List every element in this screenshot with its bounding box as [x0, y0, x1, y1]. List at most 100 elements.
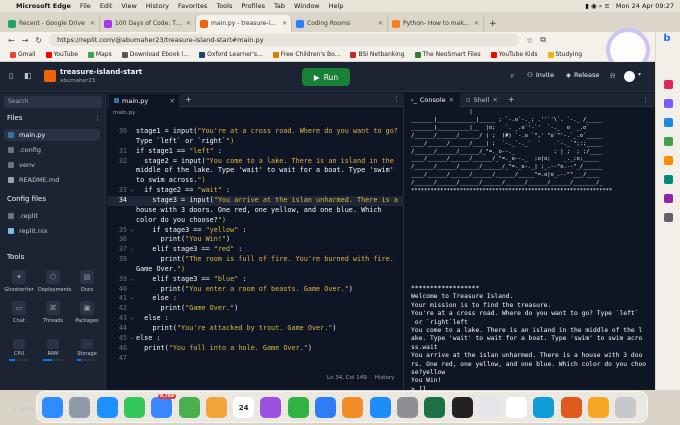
file-item-replit-nix[interactable]: replit.nix — [4, 225, 100, 237]
close-icon[interactable]: ✕ — [90, 20, 95, 27]
dock-launchpad-icon[interactable] — [69, 397, 91, 418]
tool-ghostwriter[interactable]: ✦ Ghostwriter — [4, 270, 34, 293]
fold-chevron-icon[interactable]: ⌄ — [130, 314, 134, 321]
console-more-icon[interactable]: ⋮ — [642, 96, 649, 104]
tool-packages[interactable]: ▣ Packages — [72, 301, 102, 324]
new-editor-tab-icon[interactable]: + — [185, 95, 192, 104]
bookmark-item[interactable]: Studying — [547, 51, 582, 58]
edge-sidebar-app-icon[interactable] — [664, 99, 673, 108]
menu-edit[interactable]: Edit — [100, 2, 113, 10]
back-icon[interactable]: ← — [8, 36, 15, 45]
file-item-readme[interactable]: README.md — [4, 174, 100, 186]
tool-chat[interactable]: ▭ Chat — [4, 301, 34, 324]
tool-threads[interactable]: ⌘ Threads — [38, 301, 68, 324]
fold-chevron-icon[interactable]: ⌄ — [130, 334, 134, 341]
edge-sidebar-app-icon[interactable] — [664, 194, 673, 203]
bookmark-item[interactable]: Maps — [87, 51, 112, 58]
edge-sidebar-app-icon[interactable] — [664, 80, 673, 89]
dock-nordvpn-icon[interactable] — [560, 397, 582, 418]
dock-calendar-icon[interactable]: 24 — [233, 397, 255, 418]
url-field[interactable]: https://replit.com/@abumaher23/treasure-… — [49, 34, 520, 46]
dock-edge-icon[interactable] — [533, 397, 555, 418]
menu-help[interactable]: Help — [329, 2, 344, 10]
menu-tab[interactable]: Tab — [274, 2, 285, 10]
dock-system-settings-icon[interactable] — [396, 397, 418, 418]
dock-edge-beta-icon[interactable] — [478, 397, 500, 418]
close-icon[interactable]: ✕ — [186, 20, 191, 27]
edge-sidebar-app-icon[interactable] — [664, 137, 673, 146]
help-button[interactable]: ? Help — [14, 405, 34, 413]
notifications-icon[interactable]: ⍾ — [610, 71, 615, 81]
menu-file[interactable]: File — [80, 2, 91, 10]
avatar[interactable] — [624, 71, 635, 82]
menu-favorites[interactable]: Favorites — [178, 2, 207, 10]
dock-numbers-icon[interactable] — [287, 397, 309, 418]
console-pane[interactable]: ›_ Console ✕ ▫ Shell ✕ + ⋮ | _______|_______… — [405, 92, 655, 393]
forward-icon[interactable]: → — [22, 36, 29, 45]
dock-mail-icon[interactable]: 8,784 — [151, 394, 177, 418]
user-menu-chevron-icon[interactable]: ▾ — [638, 71, 641, 78]
file-item-config[interactable]: .config — [4, 144, 100, 156]
tab-stackoverflow[interactable]: Python- How to make an if state✕ — [388, 15, 484, 32]
status-icons[interactable]: ▮ ◉ ⌕ ≡ — [585, 2, 610, 11]
tab-shell[interactable]: ▫ Shell ✕ — [460, 93, 504, 107]
invite-button[interactable]: ⚇ Invite — [527, 71, 554, 79]
bookmark-item[interactable]: Free Children's Bo... — [272, 51, 340, 58]
menu-window[interactable]: Window — [294, 2, 320, 10]
run-button[interactable]: ▶ Run — [302, 68, 350, 86]
dock-maps-icon[interactable] — [178, 397, 200, 418]
menu-tools[interactable]: Tools — [216, 2, 232, 10]
bookmark-item[interactable]: BSI Netbanking — [350, 51, 405, 58]
bing-chat-icon[interactable]: b — [657, 33, 677, 47]
favorites-star-icon[interactable]: ☆ — [526, 36, 533, 45]
replit-logo-icon[interactable] — [44, 70, 56, 82]
new-tab-button[interactable]: + — [484, 19, 502, 32]
editor-more-icon[interactable]: ⋮ — [393, 95, 400, 103]
file-item-replit[interactable]: .replit — [4, 210, 100, 222]
editor-tab-main-py[interactable]: main.py ✕ — [109, 94, 179, 107]
file-item-main-py[interactable]: main.py — [4, 129, 100, 141]
storage-meter[interactable]: Storage — [72, 339, 102, 361]
history-button[interactable]: History — [375, 375, 395, 381]
sidebar-toggle-icon[interactable]: ◧ — [24, 71, 32, 80]
dock-terminal-icon[interactable] — [451, 397, 473, 418]
tab-google-drive[interactable]: Recent - Google Drive ✕ — [4, 15, 100, 32]
ram-meter[interactable]: RAM — [38, 339, 68, 361]
close-icon[interactable]: ✕ — [378, 20, 383, 27]
cpu-meter[interactable]: CPU — [4, 339, 34, 361]
close-icon[interactable]: ✕ — [282, 20, 287, 27]
repl-name[interactable]: treasure-island-start — [60, 68, 142, 76]
menu-icon[interactable]: ▯ — [9, 71, 13, 80]
close-icon[interactable]: ✕ — [492, 96, 497, 104]
close-icon[interactable]: ✕ — [170, 97, 175, 105]
code-editor[interactable]: main.py ✕ + ⋮ main.py 30 stage1 = input("Y… — [107, 93, 404, 390]
file-item-venv[interactable]: venv — [4, 159, 100, 171]
dock-books-icon[interactable] — [342, 397, 364, 418]
extensions-icon[interactable]: ⧉ — [540, 35, 546, 45]
edge-sidebar-app-icon[interactable] — [664, 175, 673, 184]
tab-udemy[interactable]: 100 Days of Code: The Complete✕ — [100, 15, 196, 32]
tool-deployments[interactable]: ⬡ Deployments — [38, 270, 71, 293]
bookmark-item[interactable]: Gmail — [10, 51, 36, 58]
edge-sidebar-app-icon[interactable] — [664, 156, 673, 165]
bookmark-item[interactable]: YouTube — [45, 51, 78, 58]
bookmark-item[interactable]: YouTube Kids — [490, 51, 538, 58]
menu-view[interactable]: View — [121, 2, 136, 10]
dock-trash-icon[interactable] — [615, 397, 637, 418]
tab-coding-rooms[interactable]: Coding Rooms ✕ — [292, 15, 388, 32]
fold-chevron-icon[interactable]: ⌄ — [130, 245, 134, 252]
fold-chevron-icon[interactable]: ⌄ — [130, 275, 134, 282]
release-button[interactable]: ◈ Release — [566, 71, 599, 79]
edge-sidebar-app-icon[interactable] — [664, 213, 673, 222]
dock-keynote-icon[interactable] — [315, 397, 336, 418]
dock-app-store-icon[interactable] — [369, 397, 391, 418]
search-icon[interactable]: ⌕ — [510, 71, 514, 81]
dock-notion-icon[interactable] — [506, 397, 528, 418]
fold-chevron-icon[interactable]: ⌄ — [130, 226, 134, 233]
tab-replit-main[interactable]: main.py - treasure-island-start✕ — [196, 15, 292, 32]
bookmark-item[interactable]: The NeoSmart Files — [414, 51, 481, 58]
search-input[interactable]: Search — [4, 96, 102, 108]
dock-podcasts-icon[interactable] — [260, 397, 282, 418]
close-icon[interactable]: ✕ — [474, 20, 479, 27]
menu-history[interactable]: History — [146, 2, 169, 10]
